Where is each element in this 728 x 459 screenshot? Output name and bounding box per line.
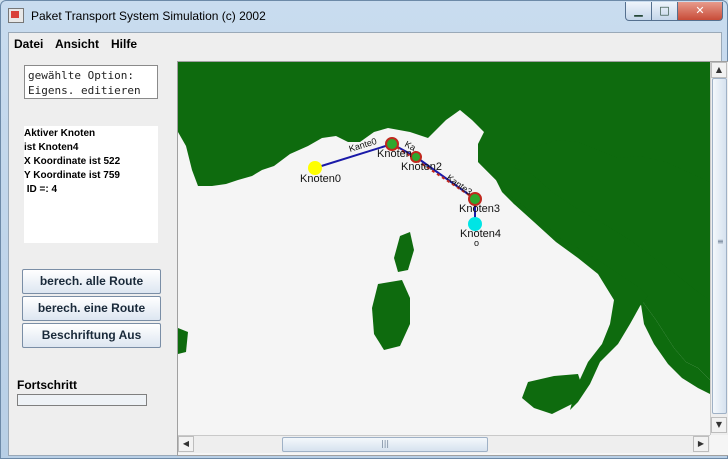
info-node: ist Knoten4 (24, 142, 79, 153)
maximize-button[interactable]: □ (651, 2, 678, 21)
vertical-grip-icon: ≡ (717, 237, 724, 246)
labels-off-button[interactable]: Beschriftung Aus (22, 323, 161, 348)
node-label-knoten1: Knoten (377, 148, 412, 160)
node-label-knoten3: Knoten3 (459, 203, 500, 215)
app-icon (8, 8, 24, 23)
scroll-left-button[interactable]: ◀ (178, 436, 194, 452)
scroll-right-button[interactable]: ▶ (693, 436, 709, 452)
info-heading: Aktiver Knoten (24, 128, 96, 139)
menu-hilfe[interactable]: Hilfe (111, 37, 137, 51)
menu-datei[interactable]: Datei (14, 37, 43, 51)
node-label-knoten4-sub: o (474, 238, 479, 248)
node-label-knoten2: Knoten2 (401, 161, 442, 173)
app-window: Paket Transport System Simulation (c) 20… (0, 0, 728, 459)
map-canvas[interactable]: Kante0 Ka... Kante3 Knoten0 Knoten Knote… (178, 62, 710, 435)
option-title: gewählte Option: (28, 69, 134, 82)
info-id: ID =: 4 (24, 184, 58, 195)
close-button[interactable]: ✕ (677, 2, 723, 21)
vertical-scrollbar[interactable]: ▲ ≡ ▼ (710, 62, 728, 435)
selected-option-box: gewählte Option: Eigens. editieren (24, 65, 158, 99)
active-node-info: Aktiver Knoten ist Knoten4 X Koordinate … (24, 126, 158, 243)
progress-bar (17, 394, 147, 406)
progress-label: Fortschritt (17, 378, 77, 392)
scroll-up-button[interactable]: ▲ (711, 62, 727, 78)
scroll-down-button[interactable]: ▼ (711, 417, 727, 433)
horizontal-scrollbar[interactable]: ◀ ||| ▶ (178, 435, 710, 453)
node-label-knoten0: Knoten0 (300, 173, 341, 185)
calc-one-route-button[interactable]: berech. eine Route (22, 296, 161, 321)
client-area: Datei Ansicht Hilfe gewählte Option: Eig… (8, 32, 728, 456)
info-x-coordinate: X Koordinate ist 522 (24, 156, 121, 167)
title-bar[interactable]: Paket Transport System Simulation (c) 20… (1, 1, 727, 31)
minimize-button[interactable]: ▁ (625, 2, 652, 21)
calc-all-routes-button[interactable]: berech. alle Route (22, 269, 161, 294)
map-panel: Kante0 Ka... Kante3 Knoten0 Knoten Knote… (177, 61, 728, 456)
node-label-knoten4: Knoten4 (460, 228, 501, 240)
vertical-scroll-thumb[interactable]: ≡ (712, 78, 727, 414)
menu-ansicht[interactable]: Ansicht (55, 37, 99, 51)
option-value: Eigens. editieren (28, 84, 141, 97)
horizontal-grip-icon: ||| (381, 439, 390, 448)
window-title: Paket Transport System Simulation (c) 20… (31, 9, 266, 23)
horizontal-scroll-thumb[interactable]: ||| (282, 437, 488, 452)
menu-bar: Datei Ansicht Hilfe (9, 33, 721, 55)
info-y-coordinate: Y Koordinate ist 759 (24, 170, 120, 181)
